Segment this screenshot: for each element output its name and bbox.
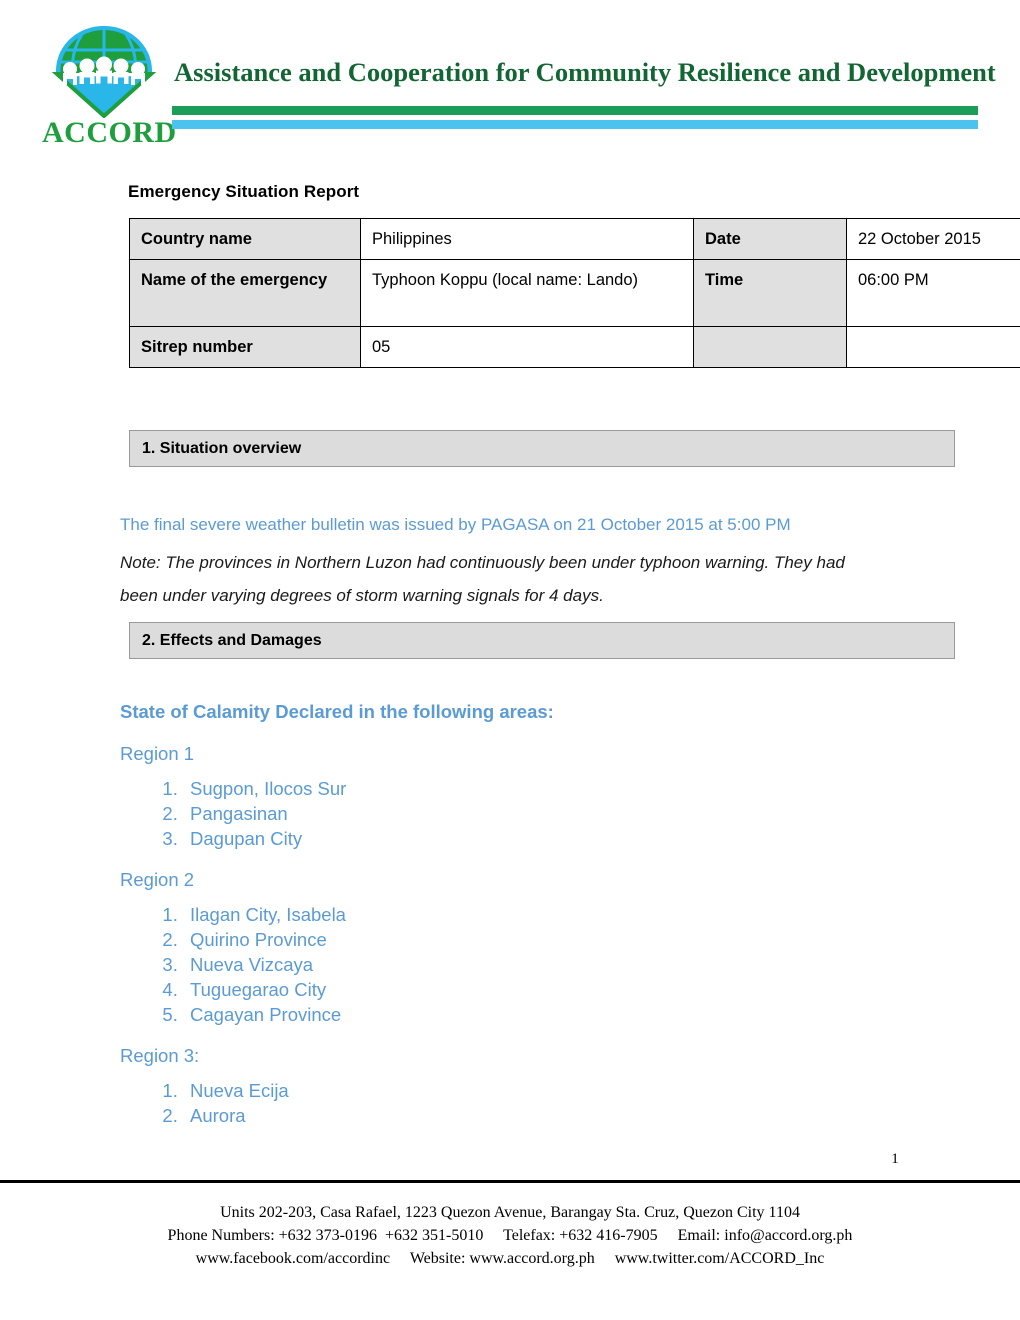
region-group: Region 2 Ilagan City, Isabela Quirino Pr… <box>120 866 820 1027</box>
footer-web-line: www.facebook.com/accordinc Website: www.… <box>195 1250 825 1267</box>
region-label: Region 2 <box>120 869 195 890</box>
calamity-subheading: State of Calamity Declared in the follow… <box>120 701 554 722</box>
list-item: Tuguegarao City <box>183 977 820 1002</box>
list-item: Dagupan City <box>183 826 820 851</box>
section-heading-situation-overview: 1. Situation overview <box>129 430 955 467</box>
table-row: Country name Philippines Date 22 October… <box>129 218 1020 260</box>
list-item: Aurora <box>183 1103 820 1128</box>
footer-address-line: Units 202-203, Casa Rafael, 1223 Quezon … <box>220 1204 800 1221</box>
region-label: Region 3: <box>120 1045 200 1066</box>
region-group: Region 1 Sugpon, Ilocos Sur Pangasinan D… <box>120 740 820 851</box>
region-area-list: Sugpon, Ilocos Sur Pangasinan Dagupan Ci… <box>120 776 820 851</box>
region-area-list: Nueva Ecija Aurora <box>120 1078 820 1128</box>
page-number: 1 <box>891 1151 899 1167</box>
emergency-name-label: Name of the emergency <box>129 259 361 327</box>
letterhead-green-rule <box>172 106 978 115</box>
section-heading-label: 2. Effects and Damages <box>142 632 322 649</box>
region-group: Region 3: Nueva Ecija Aurora <box>120 1042 820 1128</box>
section-heading-label: 1. Situation overview <box>142 440 302 457</box>
accord-logo-block: ACCORD <box>42 24 177 156</box>
sitrep-number-label: Sitrep number <box>129 326 361 368</box>
table-row: Sitrep number 05 <box>129 326 1020 368</box>
empty-label-cell <box>693 326 847 368</box>
footer-contact-block: Units 202-203, Casa Rafael, 1223 Quezon … <box>0 1201 1020 1270</box>
accord-globe-people-logo-icon <box>50 24 158 119</box>
bulletin-statement: The final severe weather bulletin was is… <box>120 515 791 534</box>
date-value: 22 October 2015 <box>846 218 1020 260</box>
sitrep-number-value: 05 <box>360 326 694 368</box>
footer-divider <box>0 1180 1020 1183</box>
section-heading-effects-and-damages: 2. Effects and Damages <box>129 622 955 659</box>
list-item: Cagayan Province <box>183 1002 820 1027</box>
list-item: Ilagan City, Isabela <box>183 902 820 927</box>
table-row: Name of the emergency Typhoon Koppu (loc… <box>129 259 1020 327</box>
list-item: Nueva Vizcaya <box>183 952 820 977</box>
organization-title: Assistance and Cooperation for Community… <box>174 57 996 87</box>
list-item: Pangasinan <box>183 801 820 826</box>
list-item: Quirino Province <box>183 927 820 952</box>
list-item: Nueva Ecija <box>183 1078 820 1103</box>
empty-value-cell <box>846 326 1020 368</box>
region-label: Region 1 <box>120 743 195 764</box>
situation-note-paragraph: Note: The provinces in Northern Luzon ha… <box>120 553 845 605</box>
footer-phone-line: Phone Numbers: +632 373-0196 +632 351-50… <box>167 1227 853 1244</box>
emergency-name-value: Typhoon Koppu (local name: Lando) <box>360 259 694 327</box>
date-label: Date <box>693 218 847 260</box>
letterhead-blue-rule <box>172 120 978 129</box>
list-item: Sugpon, Ilocos Sur <box>183 776 820 801</box>
page-title: Emergency Situation Report <box>128 182 360 201</box>
letterhead: ACCORD Assistance and Cooperation for Co… <box>0 0 1020 165</box>
country-name-value: Philippines <box>360 218 694 260</box>
country-name-label: Country name <box>129 218 361 260</box>
time-value: 06:00 PM <box>846 259 1020 327</box>
accord-wordmark: ACCORD <box>42 116 177 149</box>
report-info-table: Country name Philippines Date 22 October… <box>129 218 1020 368</box>
region-area-list: Ilagan City, Isabela Quirino Province Nu… <box>120 902 820 1027</box>
time-label: Time <box>693 259 847 327</box>
